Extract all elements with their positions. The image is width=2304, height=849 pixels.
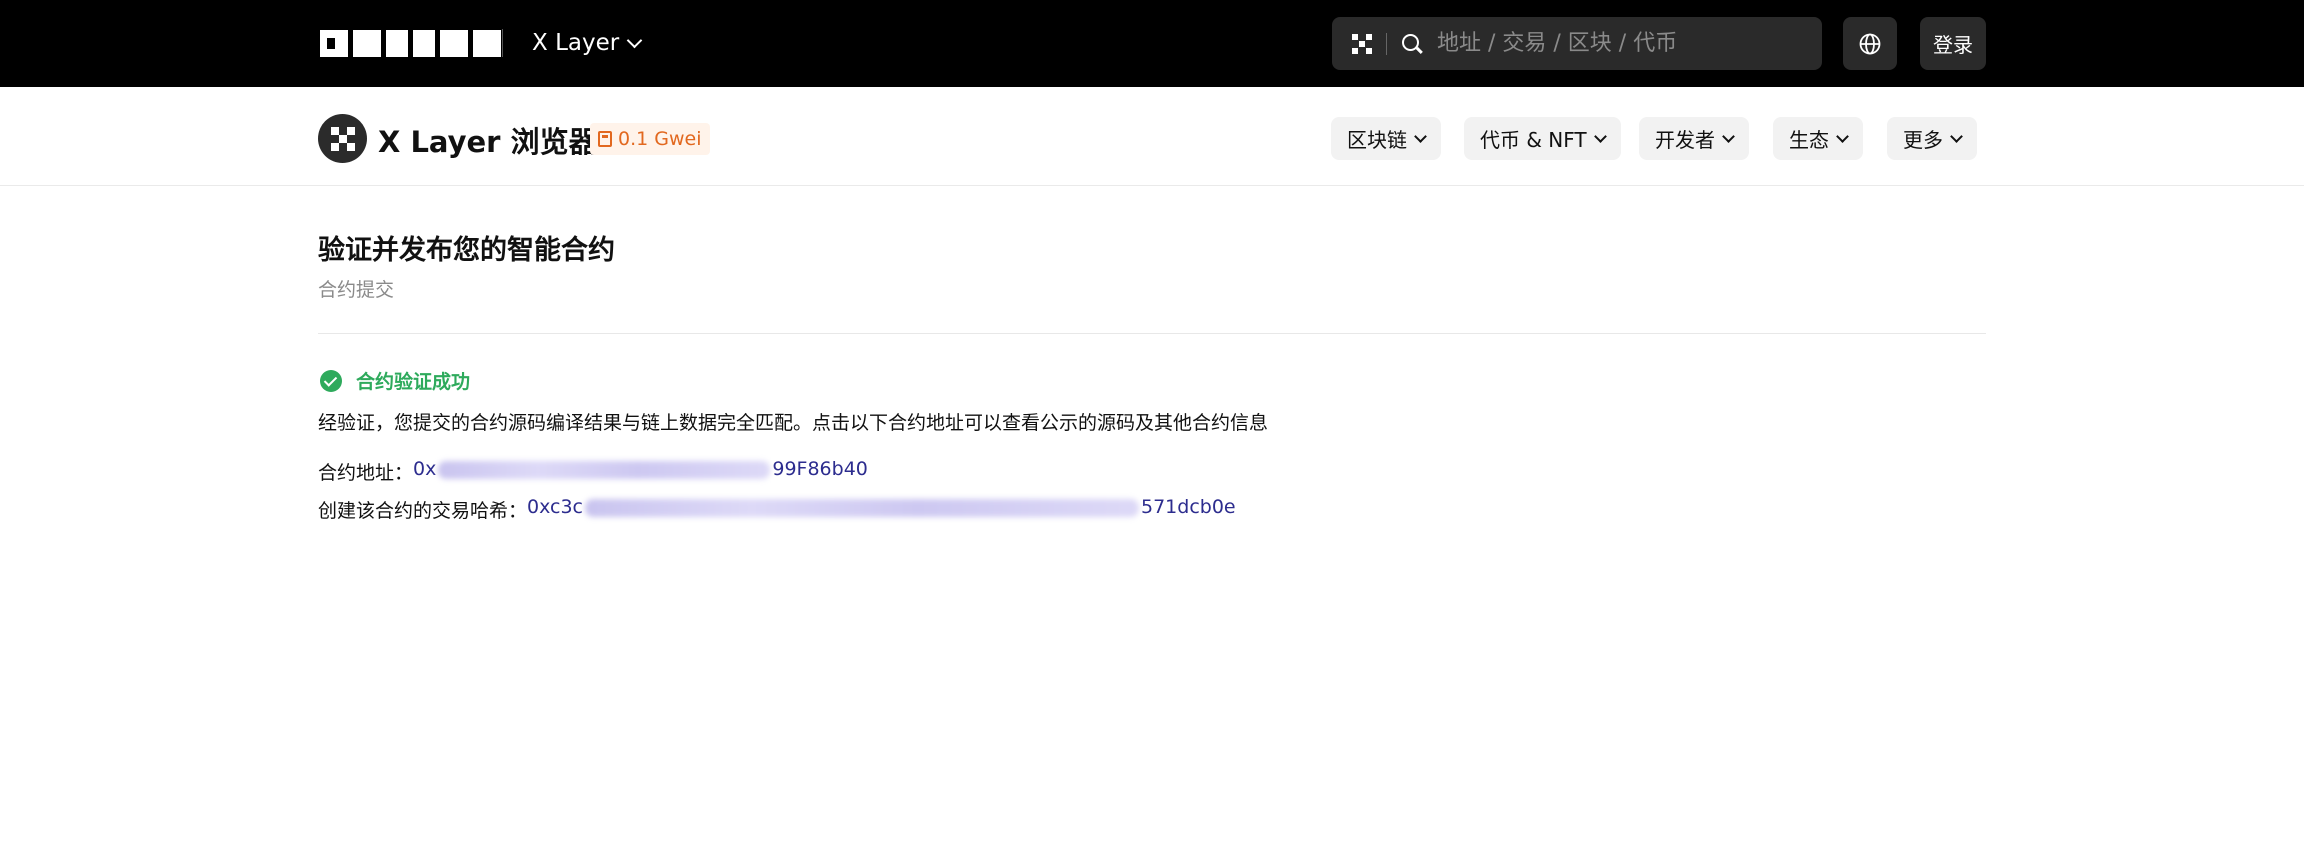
network-selector[interactable]: X Layer: [532, 26, 643, 60]
chevron-down-icon: [626, 32, 643, 48]
nav-label: 代币 & NFT: [1480, 128, 1587, 152]
nav-developer[interactable]: 开发者: [1639, 117, 1749, 160]
gas-price-value: 0.1 Gwei: [618, 128, 702, 150]
nav-label: 生态: [1789, 128, 1829, 152]
search-input[interactable]: [1437, 31, 1817, 56]
section-divider: [318, 333, 1986, 334]
contract-address-row: 合约地址： 0x 99F86b40: [318, 458, 868, 485]
creation-tx-suffix: 571dcb0e: [1141, 496, 1236, 518]
login-button[interactable]: 登录: [1920, 17, 1986, 70]
x-layer-logo-icon[interactable]: [318, 114, 367, 163]
gas-pump-icon: [598, 131, 612, 147]
page-subtitle: 合约提交: [318, 279, 395, 301]
logo-divider: [502, 29, 503, 57]
nav-more[interactable]: 更多: [1887, 117, 1977, 160]
contract-address-label: 合约地址：: [318, 462, 414, 484]
globe-icon: [1859, 33, 1881, 54]
contract-address-suffix: 99F86b40: [772, 458, 868, 480]
network-label: X Layer: [532, 30, 620, 56]
verification-description: 经验证，您提交的合约源码编译结果与链上数据完全匹配。点击以下合约地址可以查看公示…: [318, 412, 1269, 434]
nav-label: 更多: [1903, 128, 1943, 152]
status-text: 合约验证成功: [356, 371, 471, 393]
chevron-down-icon: [1722, 129, 1735, 143]
chevron-down-icon: [1593, 129, 1607, 143]
explorer-title[interactable]: X Layer 浏览器: [378, 119, 598, 161]
contract-address-prefix: 0x: [413, 458, 437, 480]
redacted-address: [438, 460, 771, 479]
page-title: 验证并发布您的智能合约: [318, 235, 615, 266]
search-divider: [1386, 32, 1387, 55]
nav-label: 开发者: [1655, 128, 1715, 152]
gas-price-badge[interactable]: 0.1 Gwei: [590, 123, 710, 155]
top-bar: X Layer 登录: [0, 0, 2304, 87]
verification-status: 合约验证成功: [320, 367, 470, 394]
nav-label: 区块链: [1347, 128, 1407, 152]
language-button[interactable]: [1843, 17, 1897, 70]
creation-tx-prefix: 0xc3c: [527, 496, 583, 518]
qr-icon[interactable]: [1352, 33, 1372, 54]
sub-header: X Layer 浏览器 0.1 Gwei 区块链 代币 & NFT 开发者 生态…: [0, 87, 2304, 186]
search-icon: [1401, 33, 1423, 55]
chevron-down-icon: [1950, 129, 1963, 143]
nav-ecosystem[interactable]: 生态: [1773, 117, 1863, 160]
nav-tokens-nft[interactable]: 代币 & NFT: [1464, 117, 1621, 160]
creation-tx-row: 创建该合约的交易哈希： 0xc3c 571dcb0e: [318, 496, 1236, 523]
check-circle-icon: [320, 369, 342, 392]
creation-tx-label: 创建该合约的交易哈希：: [318, 500, 528, 522]
chevron-down-icon: [1836, 129, 1849, 143]
redacted-hash: [585, 498, 1139, 517]
creation-tx-link[interactable]: 0xc3c 571dcb0e: [527, 496, 1236, 523]
contract-address-link[interactable]: 0x 99F86b40: [413, 458, 868, 485]
oklink-logo[interactable]: [320, 30, 501, 57]
search-bar[interactable]: [1332, 17, 1822, 70]
nav-blockchain[interactable]: 区块链: [1331, 117, 1441, 160]
chevron-down-icon: [1414, 129, 1427, 143]
